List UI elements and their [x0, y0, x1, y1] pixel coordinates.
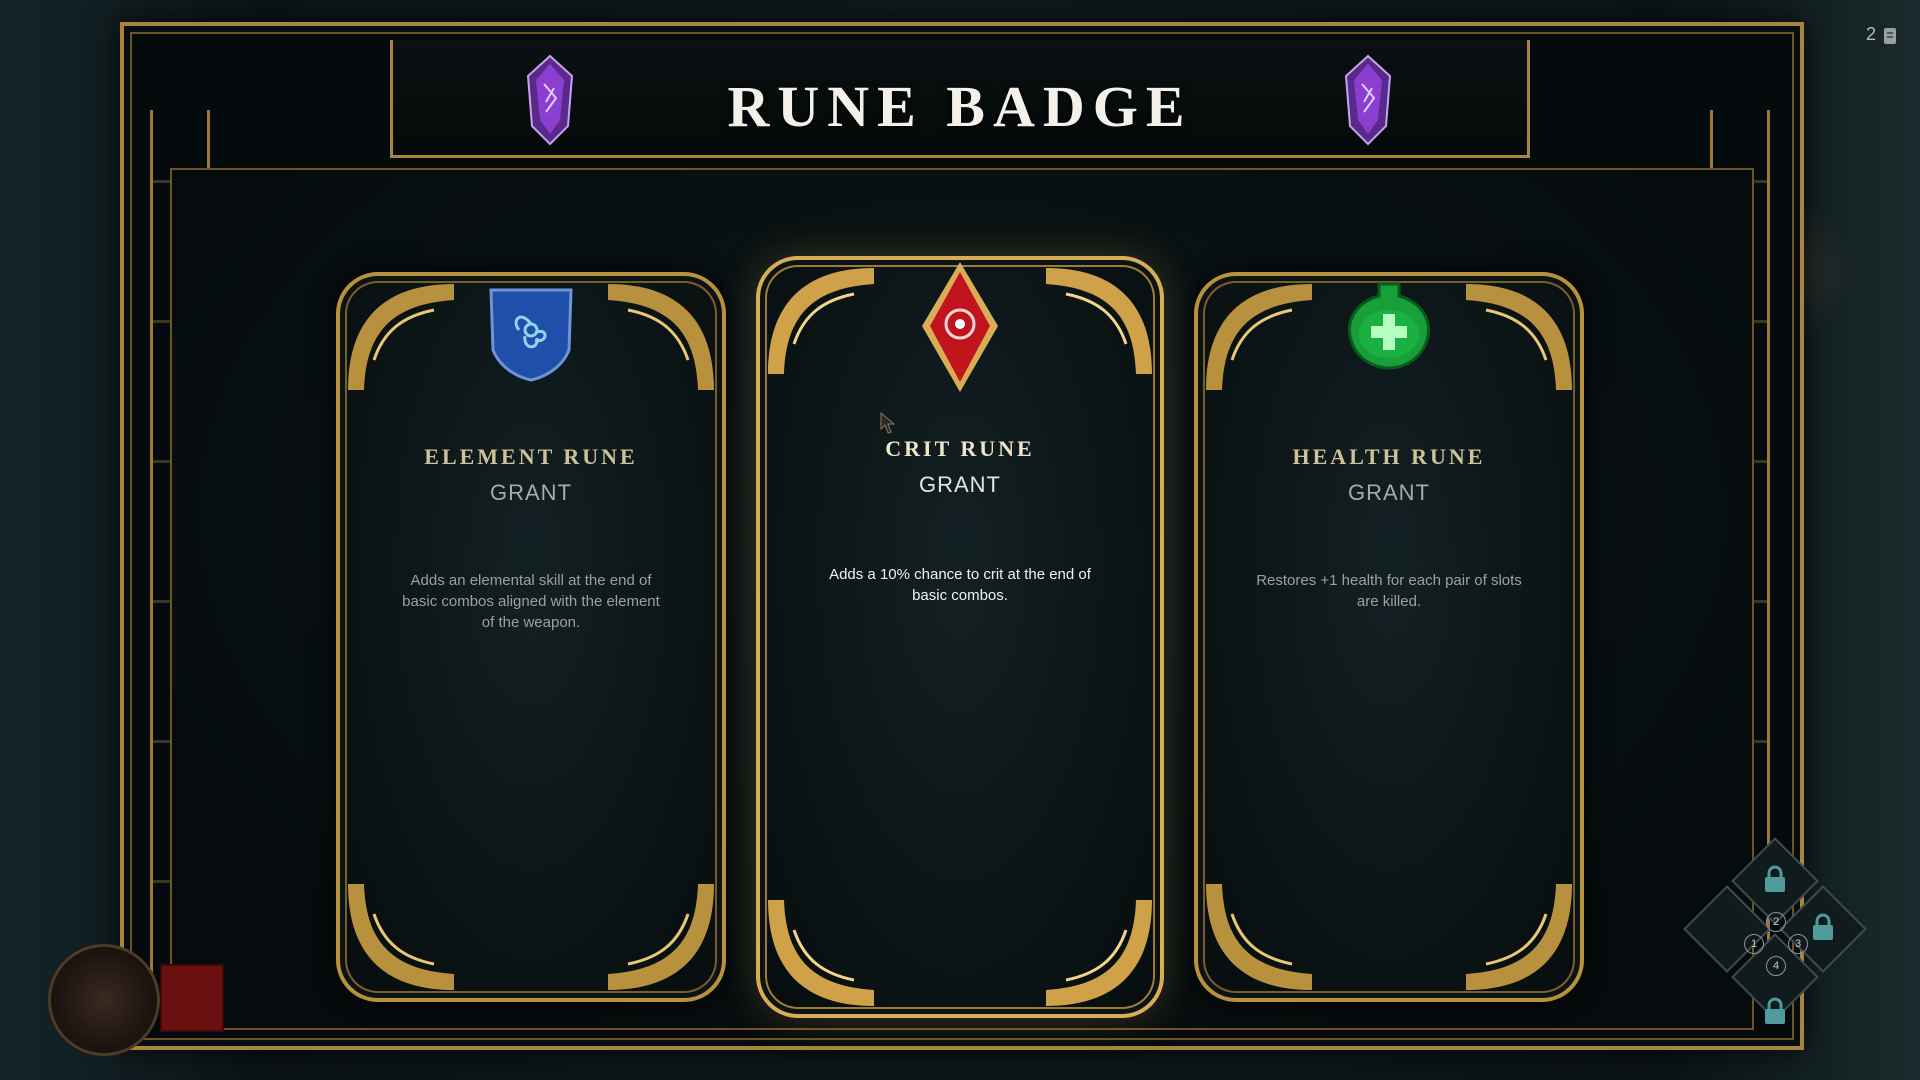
rune-card-crit[interactable]: CRIT RUNE GRANT Adds a 10% chance to cri… — [756, 256, 1164, 1018]
ornament-corner — [608, 884, 714, 990]
scroll-icon — [1884, 28, 1896, 44]
health-bar — [160, 964, 224, 1032]
lock-icon — [1813, 913, 1833, 940]
ornament-corner — [1466, 884, 1572, 990]
ornament-corner — [348, 284, 454, 390]
ornament-corner — [1046, 900, 1152, 1006]
cursor-icon — [880, 412, 896, 434]
ornament-corner — [1206, 284, 1312, 390]
rune-name: ELEMENT RUNE — [424, 444, 638, 469]
rune-description: Adds an elemental skill at the end of ba… — [402, 572, 660, 631]
slot-number: 1 — [1744, 934, 1764, 954]
health-rune-icon — [1348, 282, 1430, 370]
rune-description: Adds a 10% chance to crit at the end of … — [829, 566, 1091, 604]
inventory-counter: 2 — [1865, 24, 1876, 44]
ornament-corner — [1206, 884, 1312, 990]
slot-number: 3 — [1788, 934, 1808, 954]
rune-action: GRANT — [919, 472, 1001, 497]
rune-card-health[interactable]: HEALTH RUNE GRANT Restores +1 health for… — [1194, 272, 1584, 1002]
page-title: RUNE BADGE — [727, 74, 1193, 139]
crit-rune-icon — [922, 262, 998, 392]
player-portrait — [48, 944, 160, 1056]
rune-card-element[interactable]: ELEMENT RUNE GRANT Adds an elemental ski… — [336, 272, 726, 1002]
slot-number: 2 — [1766, 912, 1786, 932]
ornament-corner — [348, 884, 454, 990]
rune-slot-grid: 2 1 3 4 — [1676, 820, 1876, 1060]
element-rune-icon — [489, 288, 573, 382]
ornament-corner — [768, 900, 874, 1006]
lock-icon — [1765, 865, 1785, 892]
rune-name: HEALTH RUNE — [1292, 444, 1486, 469]
rune-description: Restores +1 health for each pair of slot… — [1256, 572, 1522, 610]
ornament-corner — [1046, 268, 1152, 374]
lock-icon — [1765, 997, 1785, 1024]
rune-action: GRANT — [490, 480, 572, 505]
rune-name: CRIT RUNE — [885, 436, 1035, 461]
slot-number: 4 — [1766, 956, 1786, 976]
ornament-corner — [608, 284, 714, 390]
ornament-corner — [768, 268, 874, 374]
rune-action: GRANT — [1348, 480, 1430, 505]
ornament-corner — [1466, 284, 1572, 390]
